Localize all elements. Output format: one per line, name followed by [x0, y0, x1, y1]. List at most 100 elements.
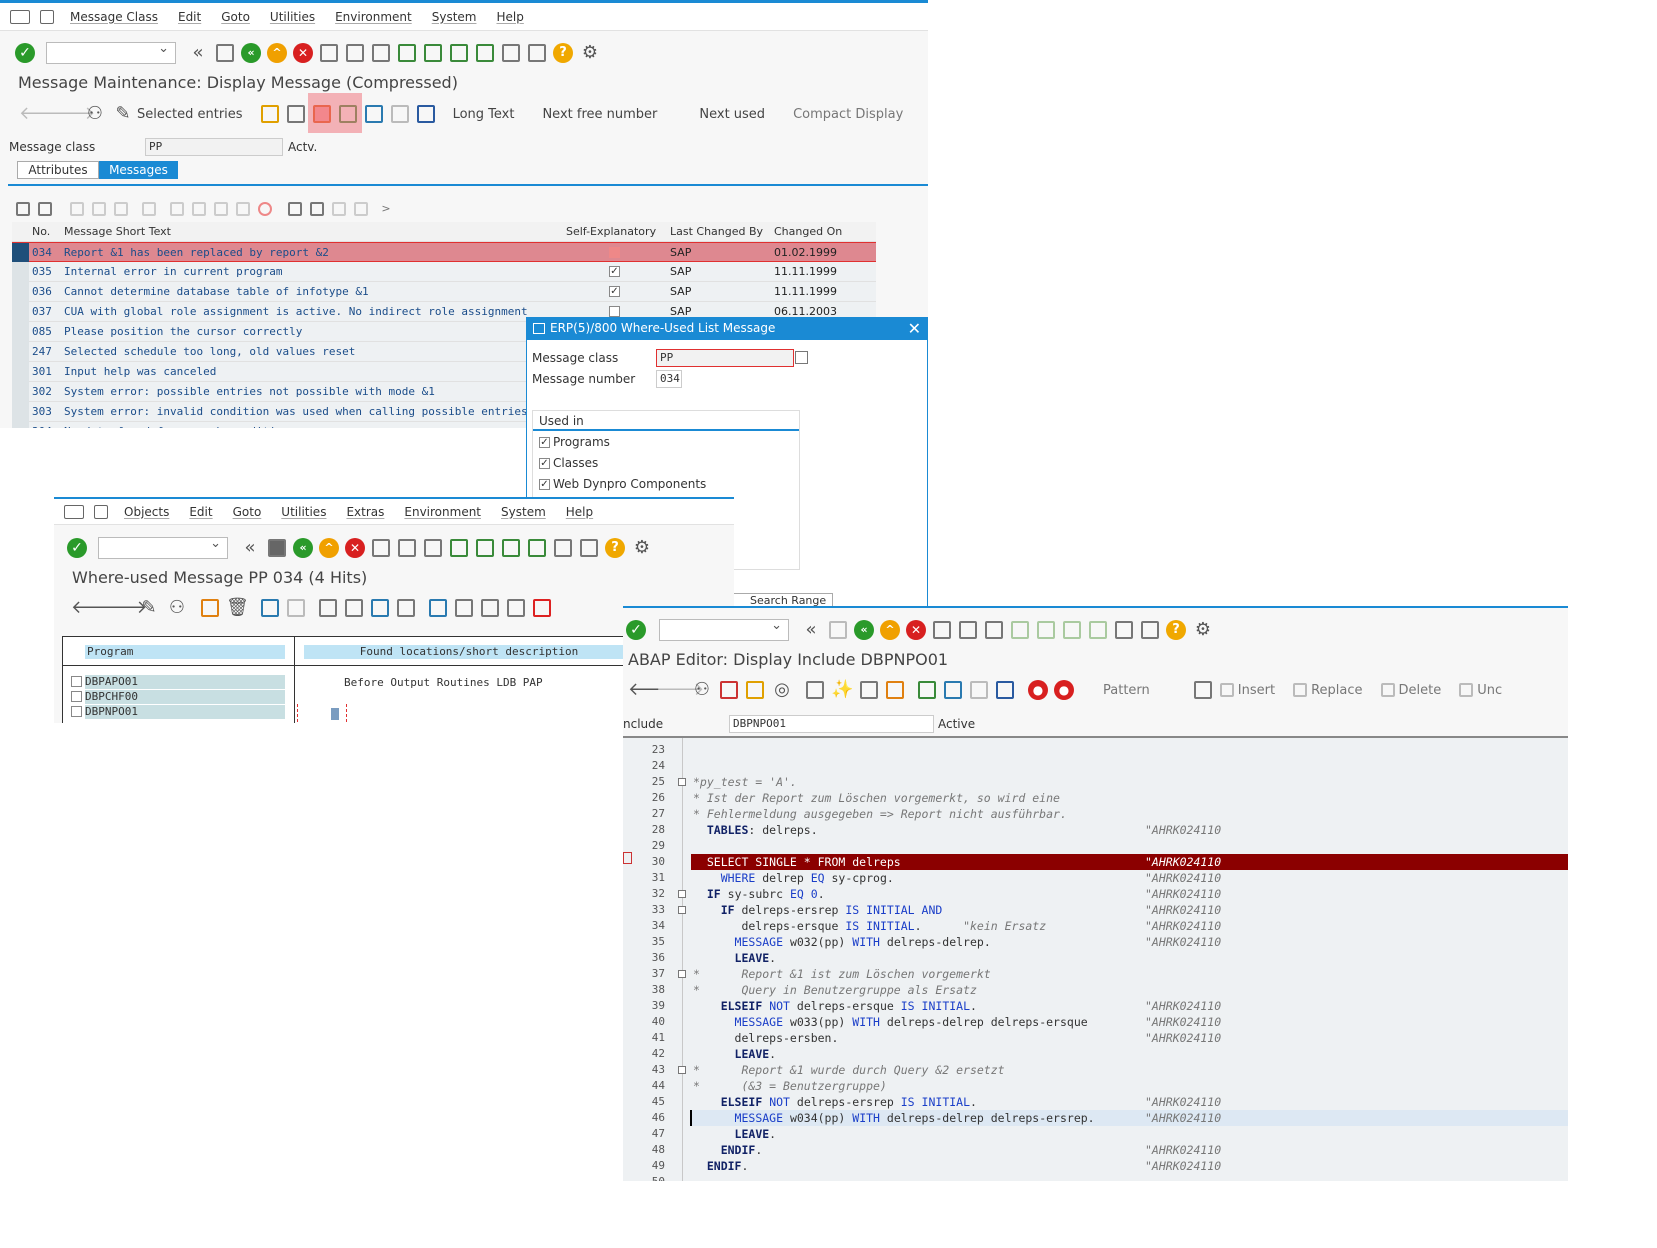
message-text[interactable]: Cannot determine database table of infot… [64, 282, 562, 302]
message-number[interactable]: 301 [32, 362, 62, 382]
check-icon-3[interactable]: ✓ [626, 620, 646, 640]
layout-icon-3[interactable] [970, 681, 988, 699]
self-explanatory-checkbox[interactable] [609, 306, 620, 317]
arrow-right-icon[interactable]: 🡒 [47, 103, 95, 125]
binoculars-icon[interactable] [288, 202, 302, 216]
check-icon-2[interactable]: ✓ [67, 538, 87, 558]
message-text[interactable]: Report &1 has been replaced by report &2 [64, 243, 562, 263]
exit-icon[interactable]: ^ [267, 43, 287, 63]
help-icon-3[interactable]: ? [1166, 620, 1186, 640]
display-change-icon[interactable]: ⚇ [84, 103, 106, 125]
message-number[interactable]: 035 [32, 262, 62, 282]
last-page-icon-2[interactable] [528, 539, 546, 557]
cancel-icon[interactable]: ✕ [293, 43, 313, 63]
pencil-icon[interactable]: ✎ [112, 103, 134, 125]
menu-environment[interactable]: Environment [325, 10, 422, 24]
selected-entries-button[interactable]: Selected entries [137, 107, 243, 122]
gear-icon-3[interactable]: ⚙ [1192, 619, 1214, 641]
pattern-button[interactable]: Pattern [1103, 683, 1150, 698]
code-line[interactable]: ENDIF. [693, 1158, 749, 1174]
code-line[interactable]: IF sy-subrc EQ 0. [693, 886, 825, 902]
code-line[interactable]: MESSAGE w033(pp) WITH delreps-delrep del… [693, 1014, 1088, 1030]
menu-edit[interactable]: Edit [168, 10, 211, 24]
code-line[interactable]: *py_test = 'A'. [693, 774, 797, 790]
web-dynpro-checkbox[interactable]: ✓ [539, 479, 550, 490]
next-page-icon[interactable] [450, 44, 468, 62]
menu-utilities-2[interactable]: Utilities [271, 505, 336, 519]
program-row-1[interactable]: DBPAPO01 [71, 675, 286, 689]
collapse-tree-icon[interactable] [481, 599, 499, 617]
save-icon-2[interactable] [268, 539, 286, 557]
changed-on[interactable]: 11.11.1999 [774, 262, 874, 282]
message-text[interactable]: CUA with global role assignment is activ… [64, 302, 562, 322]
code-line[interactable]: * Ist der Report zum Löschen vorgemerkt,… [693, 790, 1060, 806]
insert-button[interactable]: Insert [1238, 683, 1275, 698]
delete-button[interactable]: Delete [1399, 683, 1442, 698]
message-number[interactable]: 303 [32, 402, 62, 422]
changed-on[interactable]: 11.11.1999 [774, 282, 874, 302]
program-checkbox-3[interactable] [71, 706, 82, 717]
header-self[interactable]: Self-Explanatory [566, 222, 656, 242]
paste-icon[interactable] [214, 202, 228, 216]
previous-page-icon[interactable] [424, 44, 442, 62]
fold-toggle-icon[interactable] [678, 890, 686, 898]
next-used-button[interactable]: Next used [699, 107, 765, 122]
trash-icon[interactable] [142, 202, 156, 216]
table-row[interactable]: 035 Internal error in current program ✓ SAP… [12, 262, 876, 282]
last-changed-by[interactable]: SAP [670, 262, 770, 282]
include-field[interactable]: DBPNPO01 [729, 715, 934, 733]
new-session-icon[interactable] [502, 44, 520, 62]
cancel-icon-2[interactable]: ✕ [345, 538, 365, 558]
test-icon[interactable] [860, 681, 878, 699]
delete-row-icon[interactable] [258, 202, 272, 216]
help-icon[interactable]: ? [553, 43, 573, 63]
shortcut-icon-3[interactable] [1141, 621, 1159, 639]
align-icon[interactable] [364, 105, 383, 123]
binoculars-next-icon[interactable] [310, 202, 324, 216]
code-editor[interactable]: 23 24 25 *py_test = 'A'. 26 * Ist der Report … [623, 738, 1568, 1181]
save-icon-3[interactable] [829, 621, 847, 639]
activate-icon[interactable] [720, 681, 738, 699]
tab-attributes[interactable]: Attributes [17, 161, 99, 179]
back-icon-3[interactable]: « [854, 620, 874, 640]
first-page-icon-3[interactable] [1011, 621, 1029, 639]
arrow-right-icon-3[interactable]: 🡒 [656, 679, 704, 701]
expand-tree-icon[interactable] [455, 599, 473, 617]
pencil-icon-2[interactable]: ✎ [138, 597, 160, 619]
message-text[interactable]: System error: invalid condition was used… [64, 402, 562, 422]
window-menu-icon-2[interactable] [64, 504, 84, 519]
code-line[interactable]: * Report &1 wurde durch Query &2 ersetzt [693, 1062, 1005, 1078]
fold-toggle-icon[interactable] [678, 906, 686, 914]
dialog-class-field[interactable]: PP [656, 349, 794, 367]
long-text-button[interactable]: Long Text [453, 107, 515, 122]
sort-icon[interactable] [319, 599, 337, 617]
undo-button[interactable]: Unc [1477, 683, 1502, 698]
undo-icon-3[interactable] [1459, 683, 1474, 697]
row-selector[interactable] [12, 302, 29, 322]
previous-page-icon-3[interactable] [1037, 621, 1055, 639]
code-line[interactable]: TABLES: delreps. [693, 822, 818, 838]
collapse-icon[interactable] [354, 202, 368, 216]
message-number[interactable]: 247 [32, 342, 62, 362]
message-number[interactable]: 304 [32, 422, 62, 428]
changed-on[interactable]: 01.02.1999 [774, 243, 874, 263]
display-change-icon-3[interactable]: ⚇ [691, 679, 713, 701]
fold-toggle-icon[interactable] [678, 1066, 686, 1074]
message-number[interactable]: 036 [32, 282, 62, 302]
find-icon-2[interactable] [398, 539, 416, 557]
copy-icon[interactable] [192, 202, 206, 216]
fold-toggle-icon[interactable] [678, 970, 686, 978]
gear-icon-2[interactable]: ⚙ [631, 537, 653, 559]
menu-message-class[interactable]: Message Class [60, 10, 168, 24]
layout-icon[interactable] [390, 105, 409, 123]
align-icon-3[interactable] [944, 681, 962, 699]
find-next-icon[interactable] [372, 44, 390, 62]
more-icon[interactable]: > [375, 198, 397, 220]
command-field[interactable] [46, 41, 176, 64]
last-changed-by[interactable]: SAP [670, 243, 770, 263]
classes-checkbox[interactable]: ✓ [539, 458, 550, 469]
code-line[interactable]: SELECT SINGLE * FROM delreps [693, 854, 901, 870]
where-used-icon-3[interactable] [886, 681, 904, 699]
program-row-2[interactable]: DBPCHF00 [71, 690, 286, 704]
code-line[interactable]: * Report &1 ist zum Löschen vorgemerkt [693, 966, 991, 982]
